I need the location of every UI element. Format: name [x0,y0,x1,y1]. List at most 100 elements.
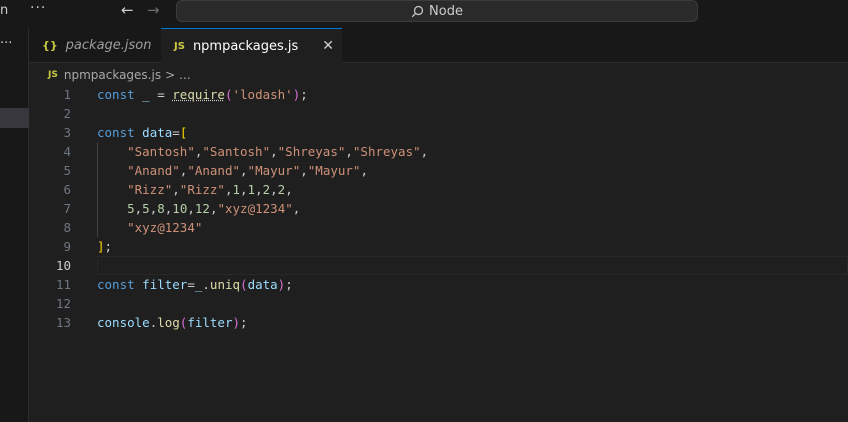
code-token: "Shreyas" [277,144,346,159]
tab-label: npmpackages.js [192,39,299,54]
line-code: const filter=_.uniq(data); [97,275,293,294]
tab-npmpackages-js[interactable]: JS npmpackages.js ✕ [161,28,342,64]
code-token: "Shreyas" [352,144,421,159]
code-token: . [202,277,210,292]
code-line[interactable]: 2 [29,104,848,123]
code-token: data [247,277,278,292]
code-token: 2 [262,182,271,197]
search-text: Node [429,3,463,19]
line-number: 8 [63,220,71,235]
code-token: require [172,87,225,102]
tab-package-json[interactable]: {} package.json [29,28,161,63]
code-token: , [285,182,293,197]
code-line[interactable]: 3 const data=[ [29,123,848,142]
code-token: , [240,163,248,178]
code-line[interactable]: 5 "Anand","Anand","Mayur","Mayur", [29,161,848,180]
code-token: , [255,182,263,197]
breadcrumb-more[interactable]: ... [179,68,190,82]
line-number: 12 [55,296,71,311]
code-line[interactable]: 12 [29,294,848,313]
code-line[interactable]: 11 const filter=_.uniq(data); [29,275,848,294]
code-token: "Anand" [187,163,241,178]
line-code: const data=[ [97,123,187,142]
title-bar: n ··· ← → Node [0,0,848,28]
json-file-icon: {} [42,39,58,52]
line-code: 5,5,8,10,12,"xyz@1234", [97,199,300,218]
code-token: log [157,315,180,330]
code-token: ; [285,277,293,292]
breadcrumb-separator: > [165,68,176,82]
code-line[interactable]: 1 const _ = require('lodash'); [29,85,848,104]
code-token: "Mayur" [307,163,361,178]
code-token: = [149,87,173,102]
code-token: 'lodash' [232,87,293,102]
close-icon[interactable]: ✕ [322,38,334,54]
code-token: 5 [142,201,150,216]
code-token: "Santosh" [127,144,195,159]
forward-arrow-icon[interactable]: → [147,1,160,19]
line-code: ]; [97,237,112,256]
code-token: 5 [127,201,135,216]
code-token: = [172,125,180,140]
menu-fragment[interactable]: n [0,3,8,18]
line-code: console.log(filter); [97,313,248,332]
code-token: ] [97,239,105,254]
code-editor[interactable]: 1 const _ = require('lodash'); 2 3 const dat… [29,84,848,422]
more-actions-icon[interactable]: ··· [30,0,46,16]
code-token: , [292,201,301,216]
line-number: 4 [63,144,71,159]
code-token: "Anand" [127,163,180,178]
code-line[interactable]: 6 "Rizz","Rizz",1,1,2,2, [29,180,848,199]
code-token: "Rizz" [127,182,173,197]
code-token: 1 [247,182,256,197]
code-token: ) [232,315,241,330]
code-line[interactable]: 10 [29,256,848,275]
code-line[interactable]: 13 console.log(filter); [29,313,848,332]
code-token: , [420,144,429,159]
tab-label: package.json [65,38,152,53]
code-token: data [142,125,173,140]
line-number: 9 [63,239,71,254]
code-token: , [172,182,180,197]
code-line[interactable]: 4 "Santosh","Santosh","Shreyas","Shreyas… [29,142,848,161]
code-token: , [270,182,278,197]
line-number: 10 [55,258,71,273]
code-token: filter [142,277,188,292]
code-token: ; [240,315,248,330]
back-arrow-icon[interactable]: ← [121,1,134,19]
code-token: const [97,277,135,292]
code-token: ( [240,277,248,292]
code-token: , [270,144,278,159]
code-line[interactable]: 8 "xyz@1234" [29,218,848,237]
code-token: [ [179,125,188,140]
js-file-icon: JS [48,70,58,80]
code-token: 1 [232,182,241,197]
code-token: "Santosh" [202,144,271,159]
code-line[interactable]: 9]; [29,237,848,256]
active-view-marker[interactable] [0,108,29,128]
code-token: , [187,201,195,216]
line-code: "Anand","Anand","Mayur","Mayur", [97,161,368,180]
code-token: 10 [172,201,188,216]
breadcrumb-file[interactable]: npmpackages.js [64,68,161,82]
code-line[interactable]: 7 5,5,8,10,12,"xyz@1234", [29,199,848,218]
code-token: 8 [157,201,165,216]
line-number: 7 [63,201,71,216]
code-token: "xyz@1234" [217,201,293,216]
code-token: "xyz@1234" [127,220,203,235]
code-token: console [97,315,150,330]
overflow-dots-icon[interactable]: ··· [0,36,12,51]
code-token: "Mayur" [247,163,301,178]
code-token: ; [300,87,308,102]
line-code: "Rizz","Rizz",1,1,2,2, [97,180,293,199]
breadcrumb: JS npmpackages.js > ... [48,66,191,84]
current-line-highlight [97,256,848,275]
line-number: 3 [63,125,71,140]
search-icon [411,5,424,18]
command-center-search[interactable]: Node [176,0,698,22]
line-number: 13 [55,315,71,330]
